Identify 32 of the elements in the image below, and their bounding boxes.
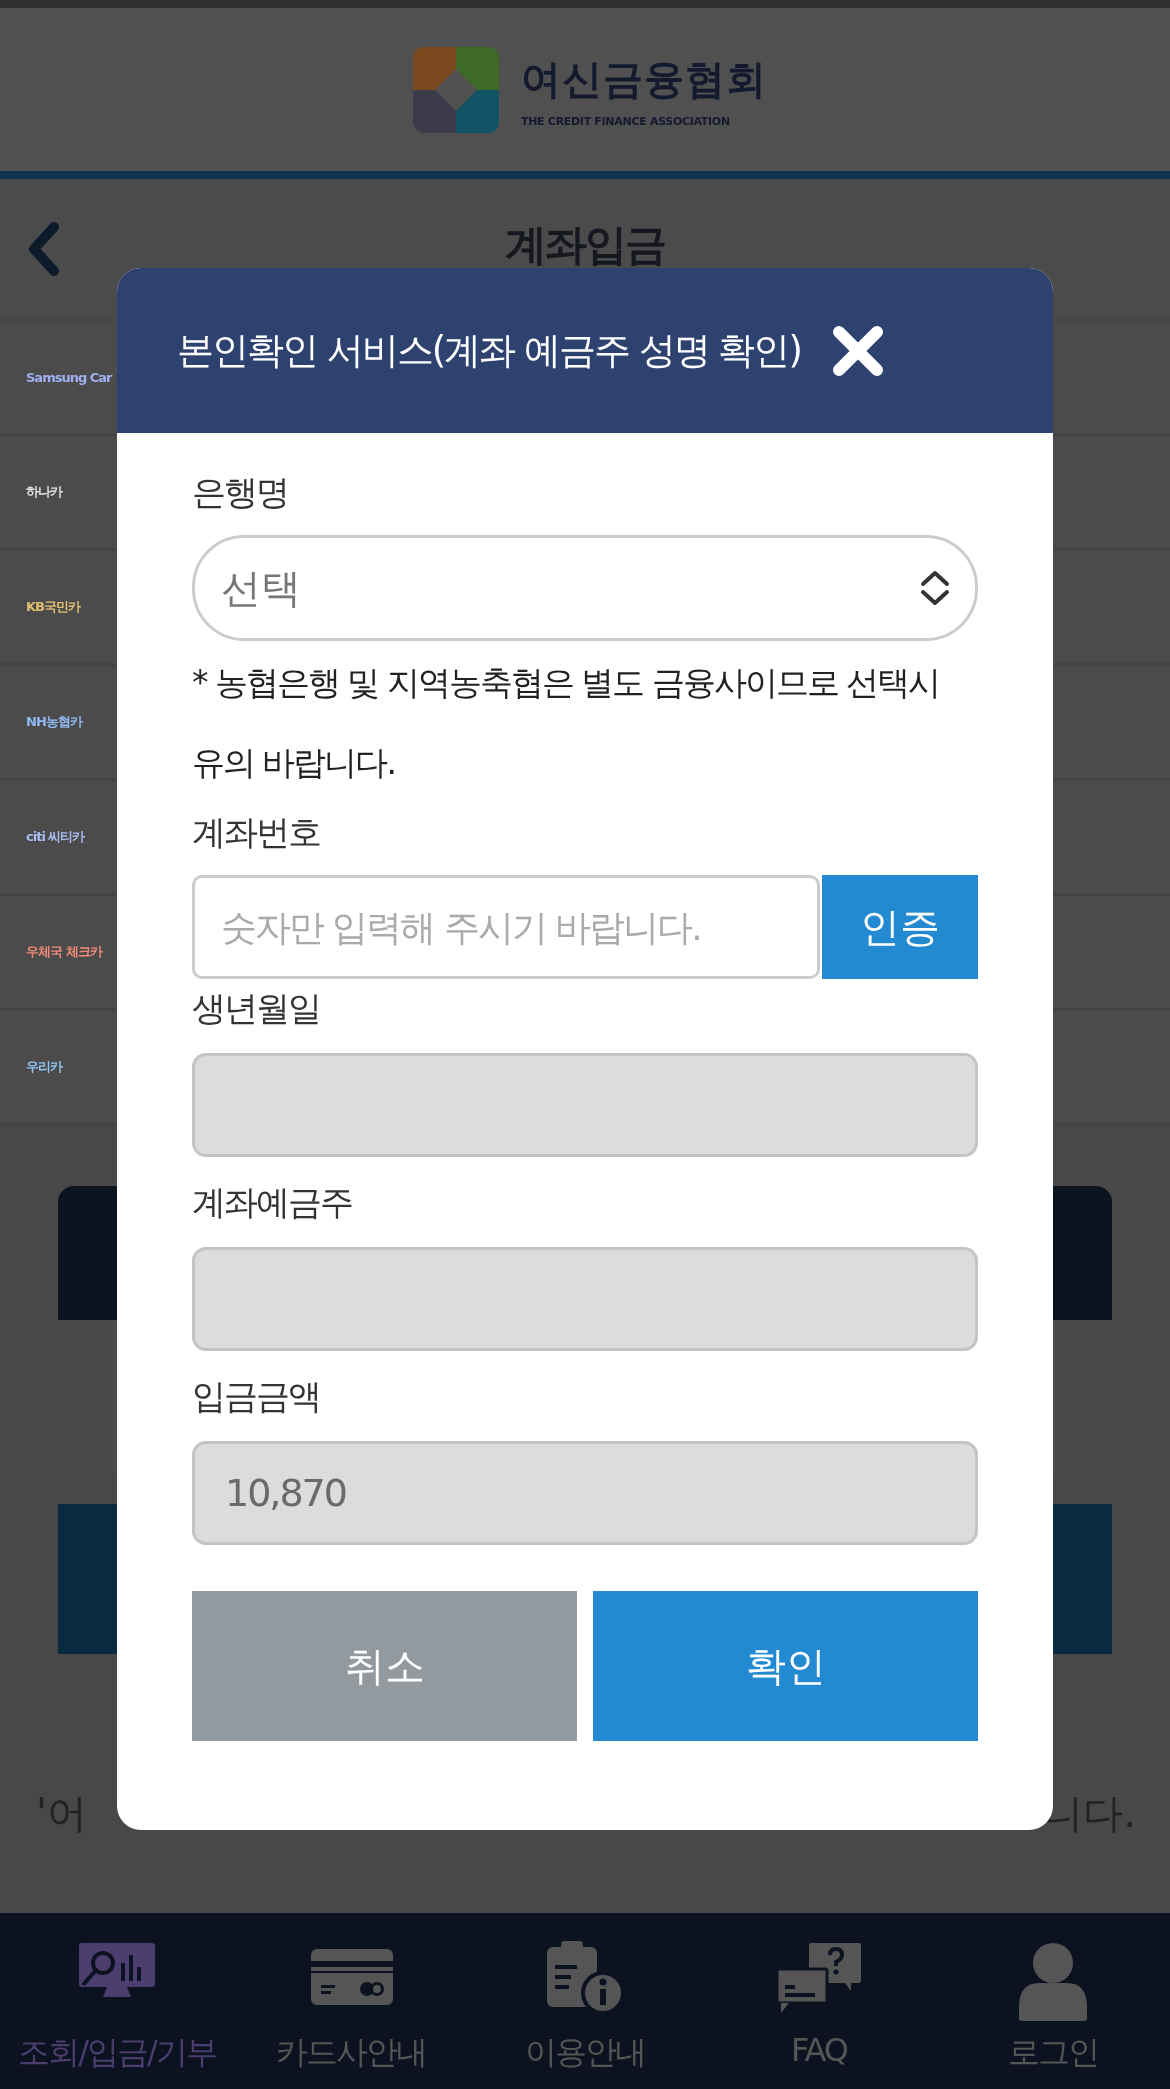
nav-tab[interactable]: 이용안내	[468, 1913, 702, 2089]
nav-tab[interactable]: 카드사안내	[234, 1913, 468, 2089]
logo-name: 여신금융협회	[521, 54, 767, 104]
confirm-button[interactable]: 확인	[593, 1591, 978, 1741]
field-label: 입금금액	[192, 1375, 321, 1418]
cancel-button[interactable]: 취소	[192, 1591, 577, 1741]
nav-tab[interactable]: 조회/입금/기부	[0, 1913, 234, 2089]
verify-button[interactable]: 인증	[822, 875, 978, 979]
field-label: 은행명	[192, 471, 289, 514]
readonly-field: 10,870	[192, 1441, 978, 1545]
nav-tab[interactable]: FAQ	[702, 1913, 936, 2089]
close-button[interactable]	[830, 323, 885, 378]
field-label: 계좌예금주	[192, 1181, 353, 1224]
card-company-name: KB국민카	[26, 598, 80, 616]
field-label: 계좌번호	[192, 811, 321, 854]
logo-icon	[413, 46, 499, 133]
card-company-name: NH농협카	[26, 713, 82, 731]
card-company-name: 우체국 체크카	[26, 943, 102, 961]
card-company-name: 하나카	[26, 483, 62, 501]
chevron-updown-icon	[919, 568, 951, 608]
dialog-title: 본인확인 서비스(계좌 예금주 성명 확인)	[177, 327, 801, 374]
nav-tab[interactable]: 로그인	[936, 1913, 1170, 2089]
back-icon	[26, 221, 60, 277]
card-company-name: Samsung Car	[26, 369, 112, 385]
card-company-name: 우리카	[26, 1058, 62, 1076]
field-label: 생년월일	[192, 987, 321, 1030]
notice-text: * 농협은행 및 지역농축협은 별도 금융사이므로 선택시 유의 바랍니다.	[192, 662, 941, 784]
close-icon	[830, 323, 885, 378]
card-company-name: citi 씨티카	[26, 828, 85, 846]
account-number-field[interactable]: 숫자만 입력해 주시기 바랍니다.	[192, 875, 820, 979]
bank-dropdown[interactable]: 선택	[192, 535, 978, 641]
logo-subtitle: THE CREDIT FINANCE ASSOCIATION	[521, 114, 731, 128]
